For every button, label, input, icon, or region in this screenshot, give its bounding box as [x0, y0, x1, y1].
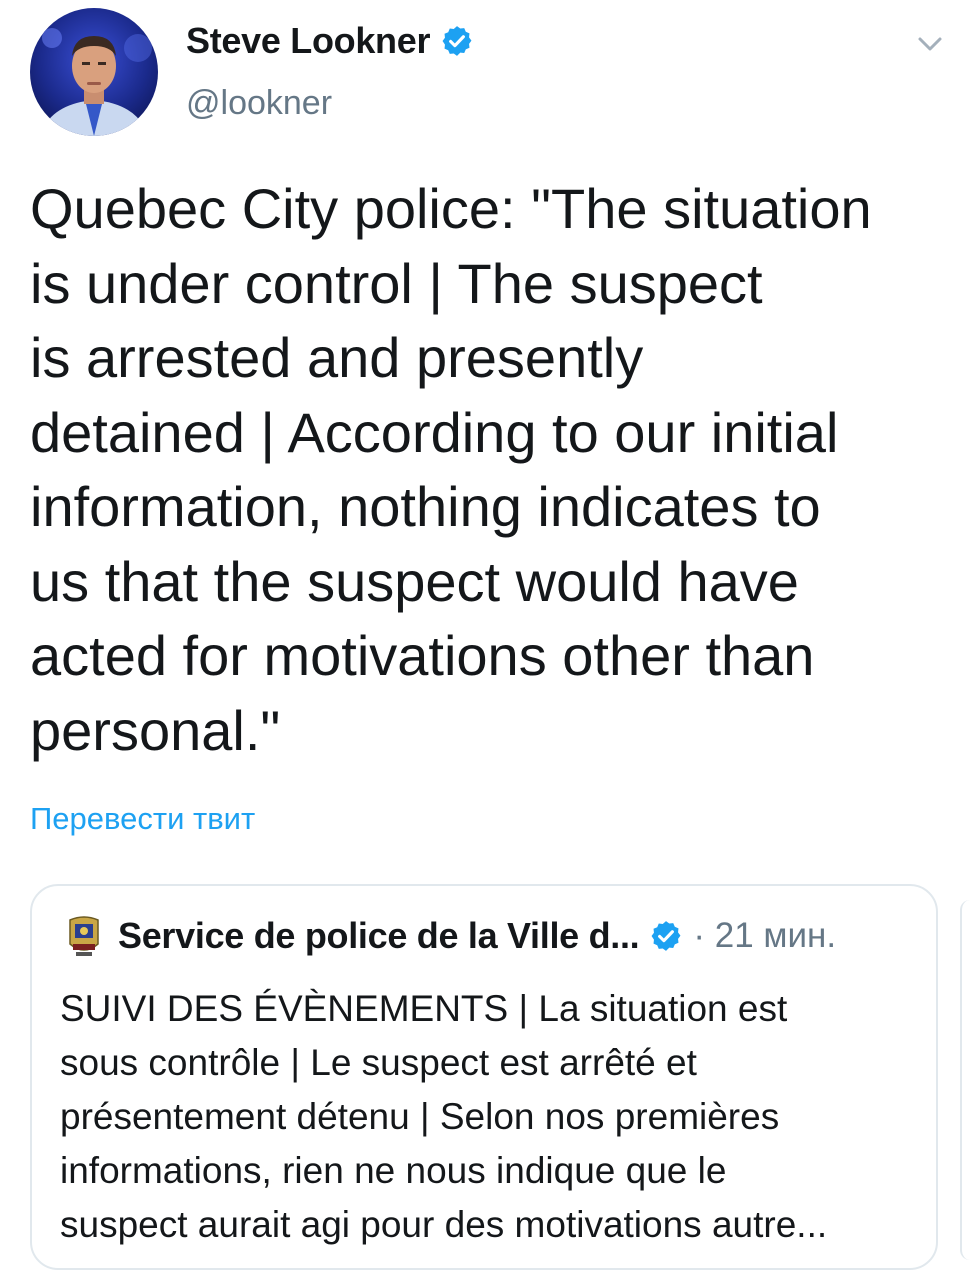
quoted-line: suspect aurait agi pour des motivations …	[60, 1204, 828, 1245]
verified-badge-icon	[442, 26, 472, 56]
chevron-down-icon[interactable]	[912, 30, 948, 58]
adjacent-card-edge	[960, 900, 970, 1260]
author-display-name[interactable]: Steve Lookner	[186, 20, 430, 62]
profile-photo	[30, 8, 158, 136]
quoted-tweet-text: SUIVI DES ÉVÈNEMENTS | La situation est …	[60, 982, 920, 1252]
author-name-row[interactable]: Steve Lookner	[186, 20, 474, 62]
tweet-line: is under control | The suspect	[30, 251, 763, 315]
tweet-line: us that the suspect would have	[30, 549, 799, 613]
avatar[interactable]	[30, 8, 158, 136]
quoted-tweet-header: Service de police de la Ville d... · 21 …	[66, 914, 836, 958]
tweet-text: Quebec City police: "The situation is un…	[30, 172, 935, 768]
tweet-line: personal."	[30, 698, 281, 762]
quoted-line: SUIVI DES ÉVÈNEMENTS | La situation est	[60, 988, 788, 1029]
police-crest-icon	[69, 916, 99, 956]
tweet-line: Quebec City police: "The situation	[30, 177, 872, 240]
quoted-line: sous contrôle | Le suspect est arrêté et	[60, 1042, 697, 1083]
translate-tweet-link[interactable]: Перевести твит	[30, 801, 255, 837]
quoted-display-name[interactable]: Service de police de la Ville d...	[118, 915, 640, 957]
quoted-timestamp: · 21 мин.	[693, 916, 837, 955]
tweet-line: is arrested and presently	[30, 326, 644, 389]
verified-badge-icon	[651, 921, 681, 951]
quoted-tweet-card[interactable]: Service de police de la Ville d... · 21 …	[30, 884, 938, 1270]
quoted-line: informations, rien ne nous indique que l…	[60, 1150, 727, 1191]
quoted-line: présentement détenu | Selon nos première…	[60, 1096, 780, 1137]
tweet-line: information, nothing indicates to	[30, 475, 821, 538]
tweet-line: detained | According to our initial	[30, 400, 839, 464]
author-handle[interactable]: @lookner	[186, 84, 332, 123]
tweet-line: acted for motivations other than	[30, 624, 815, 687]
